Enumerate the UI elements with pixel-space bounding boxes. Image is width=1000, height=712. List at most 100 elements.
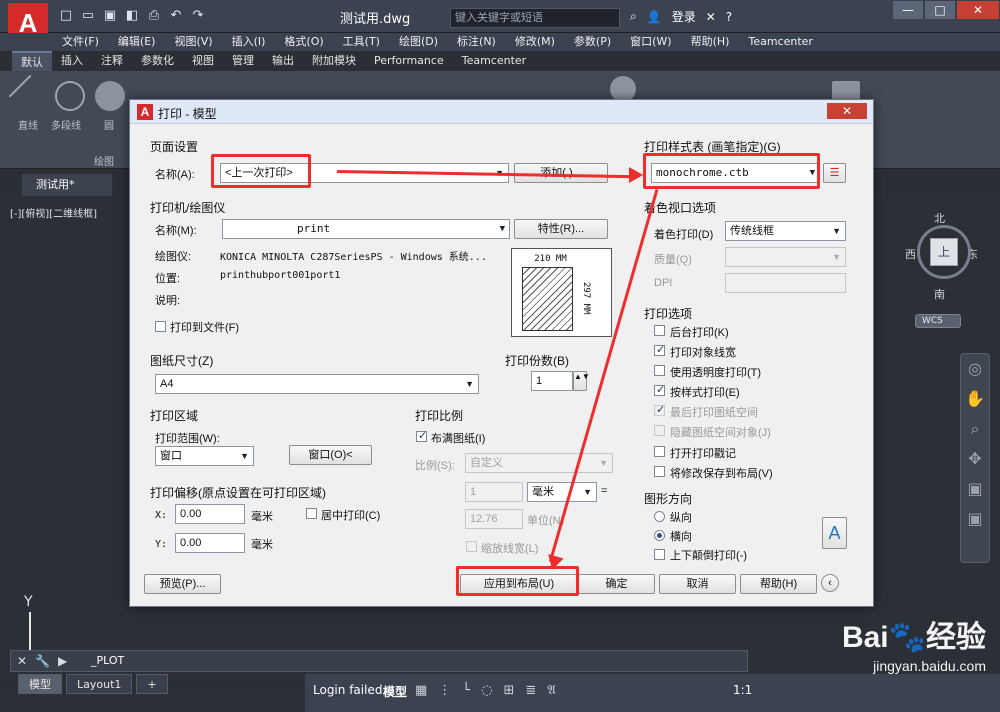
plot-window-button[interactable]: 窗口(O)< [289, 445, 372, 465]
binoculars-icon[interactable]: ⌕ [630, 9, 637, 24]
model-tab[interactable]: 模型 [18, 674, 62, 694]
ribbon-tab-view[interactable]: 视图 [183, 51, 223, 71]
copies-stepper-icon[interactable]: ▲▼ [573, 371, 590, 391]
viewport-controls[interactable]: [-][俯视][二维线框] [10, 205, 97, 220]
center-plot-checkbox[interactable] [306, 508, 317, 519]
command-line[interactable]: ✕ 🔧 ▶ _PLOT [10, 650, 748, 672]
fit-to-paper-checkbox[interactable] [416, 429, 427, 442]
annotation-highlight-page-setup [211, 154, 311, 188]
y-offset-field[interactable]: 0.00 [175, 533, 245, 553]
landscape-radio[interactable] [654, 530, 665, 541]
menu-window[interactable]: 窗口(W) [630, 33, 671, 51]
menu-teamcenter[interactable]: Teamcenter [748, 33, 812, 51]
login-link[interactable]: 登录 [672, 8, 696, 25]
user-icon[interactable]: 👤 [647, 10, 662, 24]
new-file-icon[interactable]: □ [58, 8, 74, 24]
ribbon-tab-parametric[interactable]: 参数化 [132, 51, 183, 71]
undo-icon[interactable]: ↶ [168, 8, 184, 24]
menu-insert[interactable]: 插入(I) [232, 33, 266, 51]
collapse-options-icon[interactable]: ‹ [821, 574, 839, 592]
menu-modify[interactable]: 修改(M) [515, 33, 555, 51]
help-icon[interactable]: ? [726, 10, 732, 24]
ribbon-tab-output[interactable]: 输出 [263, 51, 303, 71]
dialog-close-button[interactable]: ✕ [827, 103, 867, 119]
open-file-icon[interactable]: ▭ [80, 8, 96, 24]
ribbon-tab-manage[interactable]: 管理 [223, 51, 263, 71]
showmotion-icon[interactable]: ▣ [961, 474, 989, 504]
menu-edit[interactable]: 编辑(E) [118, 33, 156, 51]
ribbon-tab-default[interactable]: 默认 [12, 51, 52, 71]
ortho-icon[interactable]: └ [462, 683, 470, 698]
portrait-radio[interactable] [654, 511, 665, 522]
annotation-icon[interactable]: 𝔄 [547, 683, 556, 698]
circle-tool-icon[interactable] [95, 81, 125, 111]
drawing-tab-test[interactable]: 测试用* [22, 174, 112, 196]
plot-with-styles-checkbox[interactable] [654, 383, 665, 396]
pan-icon[interactable]: ✋ [961, 384, 989, 414]
polyline-tool-icon[interactable] [55, 81, 85, 111]
redo-icon[interactable]: ↷ [190, 8, 206, 24]
ribbon-tab-teamcenter[interactable]: Teamcenter [453, 51, 535, 71]
edit-plot-style-icon[interactable]: ☰ [823, 163, 846, 183]
print-to-file-checkbox[interactable] [155, 321, 166, 332]
steeringwheel-icon[interactable]: ◎ [961, 354, 989, 384]
ribbon-tab-performance[interactable]: Performance [365, 51, 453, 71]
add-layout-tab[interactable]: + [136, 674, 168, 694]
menu-help[interactable]: 帮助(H) [691, 33, 730, 51]
ribbon-tab-insert[interactable]: 插入 [52, 51, 92, 71]
upside-down-checkbox[interactable] [654, 549, 665, 560]
minimize-button[interactable]: — [892, 0, 924, 20]
menu-tools[interactable]: 工具(T) [343, 33, 380, 51]
close-command-icon[interactable]: ✕ [17, 654, 27, 668]
printer-name-select[interactable]: print [222, 219, 510, 239]
printer-properties-button[interactable]: 特性(R)... [514, 219, 608, 239]
save-as-icon[interactable]: ◧ [124, 8, 140, 24]
scale-unit-select[interactable]: 毫米 [527, 482, 597, 502]
plot-range-select[interactable]: 窗口 [155, 446, 254, 466]
zoom-icon[interactable]: ⌕ [961, 414, 989, 444]
maximize-button[interactable]: □ [924, 0, 956, 20]
close-button[interactable]: ✕ [956, 0, 1000, 20]
menu-view[interactable]: 视图(V) [174, 33, 212, 51]
menu-parametric[interactable]: 参数(P) [574, 33, 611, 51]
menu-dimension[interactable]: 标注(N) [457, 33, 496, 51]
lineweight-icon[interactable]: ≣ [525, 683, 536, 698]
more-tools-icon[interactable]: ▣ [961, 504, 989, 534]
ok-button[interactable]: 确定 [578, 574, 655, 594]
x-offset-field[interactable]: 0.00 [175, 504, 245, 524]
viewcube-top-face[interactable]: 上 [930, 238, 958, 266]
model-space-button[interactable]: 模型 [383, 683, 407, 700]
object-snap-icon[interactable]: ⊞ [503, 683, 514, 698]
grid-icon[interactable]: ▦ [415, 683, 427, 698]
save-icon[interactable]: ▣ [102, 8, 118, 24]
print-icon[interactable]: ⎙ [146, 8, 162, 24]
background-plot-checkbox[interactable] [654, 325, 665, 336]
snap-icon[interactable]: ⋮ [438, 683, 451, 698]
plot-transparency-checkbox[interactable] [654, 365, 665, 376]
annotation-scale[interactable]: 1:1 [733, 683, 752, 697]
wcs-menu[interactable]: WCS [915, 314, 961, 328]
ribbon-tab-addins[interactable]: 附加模块 [303, 51, 365, 71]
recent-commands-icon[interactable]: ▶ [58, 654, 67, 668]
save-to-layout-checkbox[interactable] [654, 466, 665, 477]
viewcube[interactable]: 北 西 东 南 上 [905, 210, 995, 305]
ribbon-tab-annotate[interactable]: 注释 [92, 51, 132, 71]
paper-size-select[interactable]: A4 [155, 374, 479, 394]
orbit-icon[interactable]: ✥ [961, 444, 989, 474]
help-button[interactable]: 帮助(H) [740, 574, 817, 594]
menu-format[interactable]: 格式(O) [284, 33, 323, 51]
polar-icon[interactable]: ◌ [481, 683, 492, 698]
line-tool-icon[interactable] [8, 74, 52, 118]
copies-field[interactable]: 1 [531, 371, 573, 391]
plot-stamp-checkbox[interactable] [654, 446, 665, 457]
shaded-plot-select[interactable]: 传统线框 [725, 221, 846, 241]
menu-file[interactable]: 文件(F) [62, 33, 99, 51]
layout1-tab[interactable]: Layout1 [66, 674, 133, 694]
cancel-button[interactable]: 取消 [659, 574, 736, 594]
menu-draw[interactable]: 绘图(D) [399, 33, 438, 51]
customize-command-icon[interactable]: 🔧 [35, 654, 50, 668]
search-input[interactable]: 键入关键字或短语 [450, 8, 620, 28]
exchange-icon[interactable]: ✕ [706, 10, 716, 24]
plot-lineweights-checkbox[interactable] [654, 343, 665, 356]
preview-button[interactable]: 预览(P)... [144, 574, 221, 594]
